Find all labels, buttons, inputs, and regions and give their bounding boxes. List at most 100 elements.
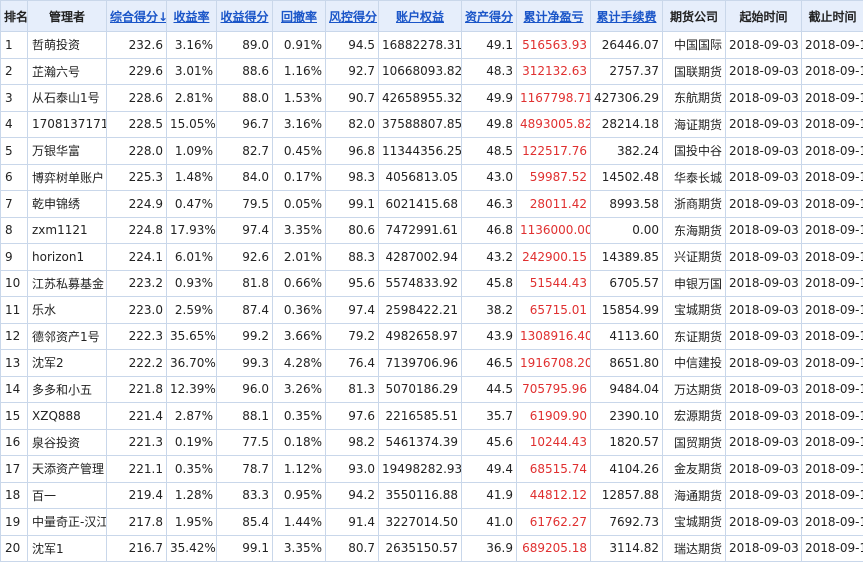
header-account-equity[interactable]: 账户权益 [378, 0, 462, 32]
cell-drawdown-rate: 0.91% [272, 31, 326, 59]
table-row: 9 horizon1 224.1 6.01% 92.6 2.01% 88.3 4287002.… [0, 243, 863, 271]
cell-end-time: 2018-09-13 [801, 402, 863, 430]
cell-rank: 7 [0, 190, 28, 218]
cell-futures-company: 东海期货 [662, 216, 726, 244]
cell-asset-score: 35.7 [461, 402, 517, 430]
cell-return-score: 92.6 [216, 243, 273, 271]
cell-net-pnl: 516563.93 [516, 31, 591, 59]
cell-net-pnl: 61762.27 [516, 508, 591, 536]
cell-futures-company: 兴证期货 [662, 243, 726, 271]
cell-fees: 0.00 [590, 216, 663, 244]
cell-rank: 9 [0, 243, 28, 271]
header-label: 账户权益 [395, 9, 444, 24]
cell-account-equity: 4287002.94 [378, 243, 462, 271]
cell-asset-score: 48.5 [461, 137, 517, 165]
cell-return-rate: 3.01% [166, 57, 217, 85]
cell-account-equity: 10668093.82 [378, 57, 462, 85]
cell-futures-company: 海证期货 [662, 110, 726, 138]
cell-asset-score: 46.8 [461, 216, 517, 244]
cell-return-score: 89.0 [216, 31, 273, 59]
header-return-score[interactable]: 收益得分 [216, 0, 273, 32]
cell-net-pnl: 705795.96 [516, 375, 591, 403]
cell-manager: 1708137171 [27, 110, 107, 138]
cell-rank: 2 [0, 57, 28, 85]
cell-account-equity: 7472991.61 [378, 216, 462, 244]
cell-return-rate: 36.70% [166, 349, 217, 377]
header-manager: 管理者 [27, 0, 107, 32]
cell-risk-score: 97.4 [325, 296, 379, 324]
cell-overall-score: 221.3 [106, 428, 167, 456]
table-body: 1 哲萌投资 232.6 3.16% 89.0 0.91% 94.5 16882278.31 4… [0, 31, 863, 562]
cell-start-time: 2018-09-03 [725, 243, 802, 271]
cell-return-score: 97.4 [216, 216, 273, 244]
cell-start-time: 2018-09-03 [725, 375, 802, 403]
header-net-pnl[interactable]: 累计净盈亏 [516, 0, 591, 32]
cell-fees: 3114.82 [590, 534, 663, 562]
cell-fees: 4104.26 [590, 455, 663, 483]
cell-futures-company: 东证期货 [662, 322, 726, 350]
cell-risk-score: 96.8 [325, 137, 379, 165]
header-rank: 排名 [0, 0, 28, 32]
cell-drawdown-rate: 3.66% [272, 322, 326, 350]
cell-drawdown-rate: 3.35% [272, 534, 326, 562]
header-label: 收益率 [173, 9, 210, 24]
cell-drawdown-rate: 3.26% [272, 375, 326, 403]
cell-asset-score: 45.8 [461, 269, 517, 297]
cell-start-time: 2018-09-03 [725, 428, 802, 456]
cell-fees: 382.24 [590, 137, 663, 165]
cell-asset-score: 49.1 [461, 31, 517, 59]
cell-fees: 4113.60 [590, 322, 663, 350]
cell-net-pnl: 51544.43 [516, 269, 591, 297]
cell-fees: 15854.99 [590, 296, 663, 324]
cell-end-time: 2018-09-13 [801, 137, 863, 165]
cell-risk-score: 99.1 [325, 190, 379, 218]
cell-futures-company: 瑞达期货 [662, 534, 726, 562]
header-drawdown-rate[interactable]: 回撤率 [272, 0, 326, 32]
cell-return-score: 88.0 [216, 84, 273, 112]
cell-risk-score: 93.0 [325, 455, 379, 483]
cell-futures-company: 海通期货 [662, 481, 726, 509]
cell-futures-company: 国投中谷 [662, 137, 726, 165]
cell-start-time: 2018-09-03 [725, 269, 802, 297]
cell-end-time: 2018-09-13 [801, 481, 863, 509]
table-row: 3 从石泰山1号 228.6 2.81% 88.0 1.53% 90.7 42658955.3… [0, 84, 863, 112]
cell-net-pnl: 1136000.00 [516, 216, 591, 244]
cell-return-rate: 1.95% [166, 508, 217, 536]
cell-start-time: 2018-09-03 [725, 163, 802, 191]
cell-return-score: 96.7 [216, 110, 273, 138]
cell-manager: 泉谷投资 [27, 428, 107, 456]
cell-fees: 28214.18 [590, 110, 663, 138]
cell-net-pnl: 1308916.40 [516, 322, 591, 350]
cell-overall-score: 221.4 [106, 402, 167, 430]
header-label: 管理者 [48, 9, 85, 24]
header-risk-score[interactable]: 风控得分 [325, 0, 379, 32]
cell-end-time: 2018-09-13 [801, 349, 863, 377]
cell-drawdown-rate: 4.28% [272, 349, 326, 377]
cell-risk-score: 80.6 [325, 216, 379, 244]
table-row: 14 多多和小五 221.8 12.39% 96.0 3.26% 81.3 5070186.2… [0, 375, 863, 403]
cell-start-time: 2018-09-03 [725, 534, 802, 562]
header-overall-score[interactable]: 综合得分↓ [106, 0, 167, 32]
cell-rank: 13 [0, 349, 28, 377]
cell-return-rate: 17.93% [166, 216, 217, 244]
cell-overall-score: 223.0 [106, 296, 167, 324]
cell-account-equity: 3227014.50 [378, 508, 462, 536]
cell-risk-score: 88.3 [325, 243, 379, 271]
header-return-rate[interactable]: 收益率 [166, 0, 217, 32]
cell-asset-score: 41.9 [461, 481, 517, 509]
cell-start-time: 2018-09-03 [725, 322, 802, 350]
cell-manager: 百一 [27, 481, 107, 509]
cell-drawdown-rate: 0.36% [272, 296, 326, 324]
cell-net-pnl: 68515.74 [516, 455, 591, 483]
cell-start-time: 2018-09-03 [725, 402, 802, 430]
cell-manager: 天添资产管理 [27, 455, 107, 483]
cell-manager: 乾申锦绣 [27, 190, 107, 218]
cell-end-time: 2018-09-13 [801, 110, 863, 138]
cell-return-score: 99.1 [216, 534, 273, 562]
cell-end-time: 2018-09-13 [801, 31, 863, 59]
header-fees[interactable]: 累计手续费 [590, 0, 663, 32]
header-asset-score[interactable]: 资产得分 [461, 0, 517, 32]
cell-drawdown-rate: 1.16% [272, 57, 326, 85]
cell-rank: 18 [0, 481, 28, 509]
cell-fees: 12857.88 [590, 481, 663, 509]
